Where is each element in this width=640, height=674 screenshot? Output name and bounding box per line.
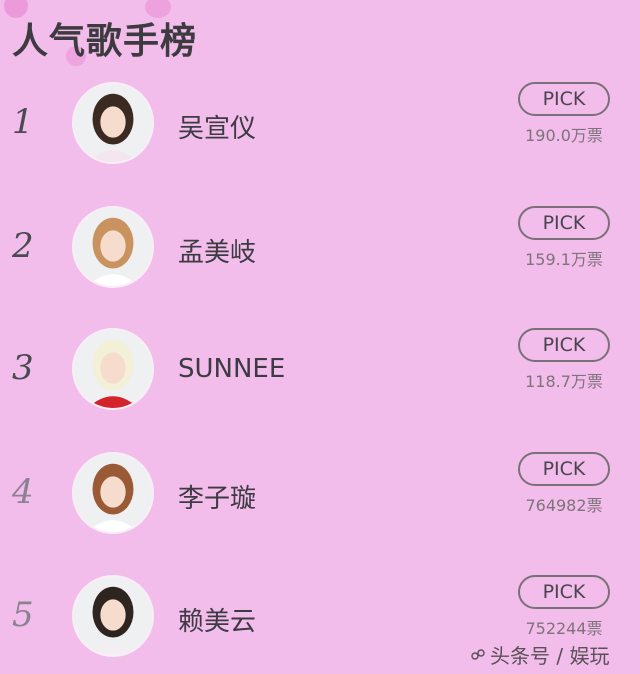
rank-number: 5 <box>12 595 34 635</box>
page-title: 人气歌手榜 <box>12 21 198 62</box>
ranking-row: 1 吴宣仪 PICK 190.0万票 <box>0 82 640 182</box>
chat-icon <box>471 648 485 660</box>
vote-count: 118.7万票 <box>525 372 603 391</box>
singer-avatar[interactable] <box>72 452 154 534</box>
ranking-row: 3 SUNNEE PICK 118.7万票 <box>0 328 640 428</box>
portrait-icon <box>74 577 152 655</box>
rank-number: 1 <box>12 102 34 142</box>
vote-count: 752244票 <box>525 619 603 638</box>
pick-button[interactable]: PICK <box>518 206 610 240</box>
pick-button[interactable]: PICK <box>518 328 610 362</box>
portrait-icon <box>74 454 152 532</box>
rank-number: 4 <box>12 472 34 512</box>
watermark-text: 头条号 / 娱玩 <box>490 644 610 668</box>
pick-button[interactable]: PICK <box>518 575 610 609</box>
portrait-icon <box>74 84 152 162</box>
singer-name: SUNNEE <box>178 354 286 384</box>
singer-name: 李子璇 <box>178 484 257 514</box>
singer-avatar[interactable] <box>72 575 154 657</box>
pick-button[interactable]: PICK <box>518 452 610 486</box>
singer-name: 吴宣仪 <box>178 114 257 144</box>
vote-count: 159.1万票 <box>525 250 603 269</box>
watermark: 头条号 / 娱玩 <box>470 640 609 669</box>
singer-name: 赖美云 <box>178 607 257 637</box>
ranking-row: 2 孟美岐 PICK 159.1万票 <box>0 206 640 306</box>
portrait-icon <box>74 330 152 408</box>
singer-avatar[interactable] <box>72 82 154 164</box>
singer-avatar[interactable] <box>72 328 154 410</box>
singer-name: 孟美岐 <box>178 238 257 268</box>
ranking-row: 4 李子璇 PICK 764982票 <box>0 452 640 552</box>
vote-count: 764982票 <box>525 496 603 515</box>
singer-avatar[interactable] <box>72 206 154 288</box>
pick-button[interactable]: PICK <box>518 82 610 116</box>
portrait-icon <box>74 208 152 286</box>
rank-number: 3 <box>12 348 34 388</box>
vote-count: 190.0万票 <box>525 126 603 145</box>
rank-number: 2 <box>12 226 34 266</box>
singer-popularity-chart: 人气歌手榜 1 吴宣仪 PICK 190.0万票 2 孟美岐 PICK 159.1万票 3 SUN… <box>0 0 640 674</box>
